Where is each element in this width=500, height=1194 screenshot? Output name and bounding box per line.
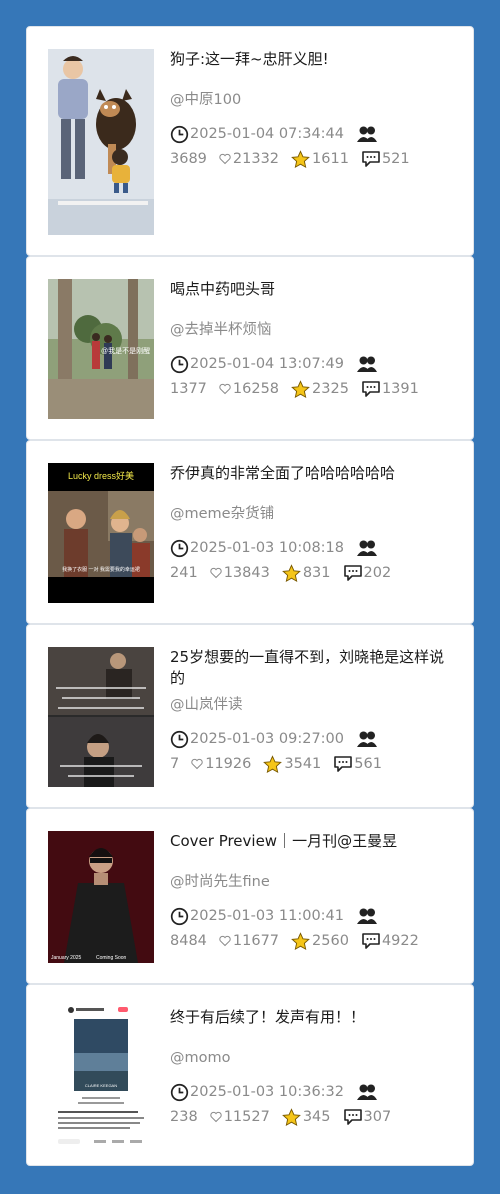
star-icon[interactable] — [281, 1107, 301, 1127]
feed-card[interactable]: CLAIRE KEEGAN 终于有后续了！发声有用！！ @momo 2025-0… — [26, 984, 474, 1166]
feed-card[interactable]: 25岁想要的一直得不到，刘晓艳是这样说的 @山岚伴读 2025-01-03 09… — [26, 624, 474, 808]
comment-icon[interactable] — [333, 755, 353, 773]
users-icon — [357, 908, 377, 924]
video-title[interactable]: Cover Preview｜一月刊@王曼昱 — [170, 831, 459, 852]
users-icon — [357, 540, 377, 556]
author-name[interactable]: @meme杂货铺 — [170, 504, 459, 524]
heart-icon[interactable] — [219, 383, 231, 395]
heart-icon[interactable] — [210, 567, 222, 579]
thumbnail-subtitle: 我换了衣服 一对 我需要我的幸运裙 — [62, 566, 140, 573]
users-icon — [357, 126, 377, 142]
heart-icon[interactable] — [191, 758, 203, 770]
star-count: 3541 — [284, 755, 322, 772]
heart-icon[interactable] — [210, 1111, 222, 1123]
star-icon[interactable] — [291, 149, 310, 169]
video-thumbnail[interactable] — [48, 49, 154, 235]
video-meta: 2025-01-03 10:36:32 238 11527 345 307 — [170, 1081, 459, 1128]
publish-time: 2025-01-03 10:36:32 — [190, 1083, 344, 1100]
video-thumbnail[interactable]: CLAIRE KEEGAN — [48, 1003, 154, 1149]
video-title[interactable]: 喝点中药吧头哥 — [170, 279, 459, 300]
clock-icon — [170, 539, 189, 557]
users-icon — [357, 731, 377, 747]
feed-card[interactable]: Lucky dress好美 我换了衣服 一对 我需要我的幸运裙 乔伊真的非常全面… — [26, 440, 474, 624]
author-name[interactable]: @去掉半杯烦恼 — [170, 320, 459, 340]
video-title[interactable]: 乔伊真的非常全面了哈哈哈哈哈哈 — [170, 463, 459, 484]
video-meta: 2025-01-04 13:07:49 1377 16258 2325 1391 — [170, 353, 459, 400]
thumbnail-caption: January 2025 — [51, 955, 82, 961]
thumbnail-watermark: @我是不是刚醒 — [101, 348, 151, 355]
video-meta: 2025-01-03 11:00:41 8484 11677 2560 4922 — [170, 905, 459, 952]
like-count: 11527 — [223, 1108, 270, 1125]
comment-count: 307 — [363, 1108, 392, 1125]
video-meta: 2025-01-04 07:34:44 3689 21332 1611 521 — [170, 123, 459, 170]
view-count: 8484 — [170, 932, 207, 949]
publish-time: 2025-01-03 10:08:18 — [190, 539, 344, 556]
star-icon[interactable] — [281, 563, 301, 583]
comment-count: 561 — [354, 755, 382, 772]
video-thumbnail[interactable]: Lucky dress好美 我换了衣服 一对 我需要我的幸运裙 — [48, 463, 154, 603]
comment-icon[interactable] — [361, 150, 381, 168]
author-name[interactable]: @momo — [170, 1048, 459, 1068]
publish-time: 2025-01-03 09:27:00 — [190, 730, 344, 747]
publish-time: 2025-01-04 07:34:44 — [190, 125, 344, 142]
clock-icon — [170, 355, 189, 373]
like-count: 11926 — [205, 755, 252, 772]
video-meta: 2025-01-03 10:08:18 241 13843 831 202 — [170, 537, 459, 584]
like-count: 11677 — [232, 932, 280, 949]
star-count: 831 — [302, 564, 331, 581]
video-title[interactable]: 25岁想要的一直得不到，刘晓艳是这样说的 — [170, 647, 459, 689]
video-title[interactable]: 狗子:这一拜~忠肝义胆! — [170, 49, 459, 70]
publish-time: 2025-01-04 13:07:49 — [190, 355, 344, 372]
comment-count: 521 — [381, 150, 410, 167]
video-thumbnail[interactable] — [48, 647, 154, 787]
thumbnail-caption: CLAIRE KEEGAN — [85, 1083, 117, 1088]
like-count: 21332 — [232, 150, 280, 167]
clock-icon — [170, 730, 189, 748]
star-icon[interactable] — [291, 931, 310, 951]
clock-icon — [170, 125, 189, 143]
comment-icon[interactable] — [361, 932, 381, 950]
like-count: 16258 — [232, 380, 280, 397]
users-icon — [357, 1084, 377, 1100]
view-count: 238 — [170, 1108, 198, 1125]
publish-time: 2025-01-03 11:00:41 — [190, 907, 344, 924]
comment-count: 4922 — [381, 932, 419, 949]
view-count: 241 — [170, 564, 198, 581]
star-count: 345 — [302, 1108, 331, 1125]
author-name[interactable]: @中原100 — [170, 90, 459, 110]
star-icon[interactable] — [291, 379, 310, 399]
heart-icon[interactable] — [219, 153, 231, 165]
star-count: 2325 — [312, 380, 349, 397]
comment-count: 202 — [363, 564, 392, 581]
comment-icon[interactable] — [343, 1108, 363, 1126]
comment-icon[interactable] — [343, 564, 363, 582]
view-count: 7 — [170, 755, 180, 772]
comment-count: 1391 — [381, 380, 419, 397]
thumbnail-caption: Lucky dress好美 — [68, 470, 134, 481]
author-name[interactable]: @时尚先生fine — [170, 872, 459, 892]
star-count: 2560 — [312, 932, 349, 949]
heart-icon[interactable] — [219, 935, 231, 947]
video-thumbnail[interactable]: January 2025 Coming Soon — [48, 831, 154, 963]
star-icon[interactable] — [263, 754, 283, 774]
star-count: 1611 — [312, 150, 349, 167]
video-title[interactable]: 终于有后续了！发声有用！！ — [170, 1007, 459, 1028]
thumbnail-subtitle: Coming Soon — [96, 955, 127, 961]
feed-card[interactable]: 狗子:这一拜~忠肝义胆! @中原100 2025-01-04 07:34:44 … — [26, 26, 474, 256]
users-icon — [357, 356, 377, 372]
view-count: 3689 — [170, 150, 207, 167]
clock-icon — [170, 907, 189, 925]
feed-card[interactable]: January 2025 Coming Soon Cover Preview｜一… — [26, 808, 474, 984]
feed-card[interactable]: 喝点中药吧头哥 @去掉半杯烦恼 2025-01-04 13:07:49 1377… — [26, 256, 474, 440]
video-meta: 2025-01-03 09:27:00 7 11926 3541 561 — [170, 728, 459, 775]
like-count: 13843 — [223, 564, 270, 581]
comment-icon[interactable] — [361, 380, 381, 398]
author-name[interactable]: @山岚伴读 — [170, 695, 459, 715]
clock-icon — [170, 1083, 189, 1101]
view-count: 1377 — [170, 380, 207, 397]
